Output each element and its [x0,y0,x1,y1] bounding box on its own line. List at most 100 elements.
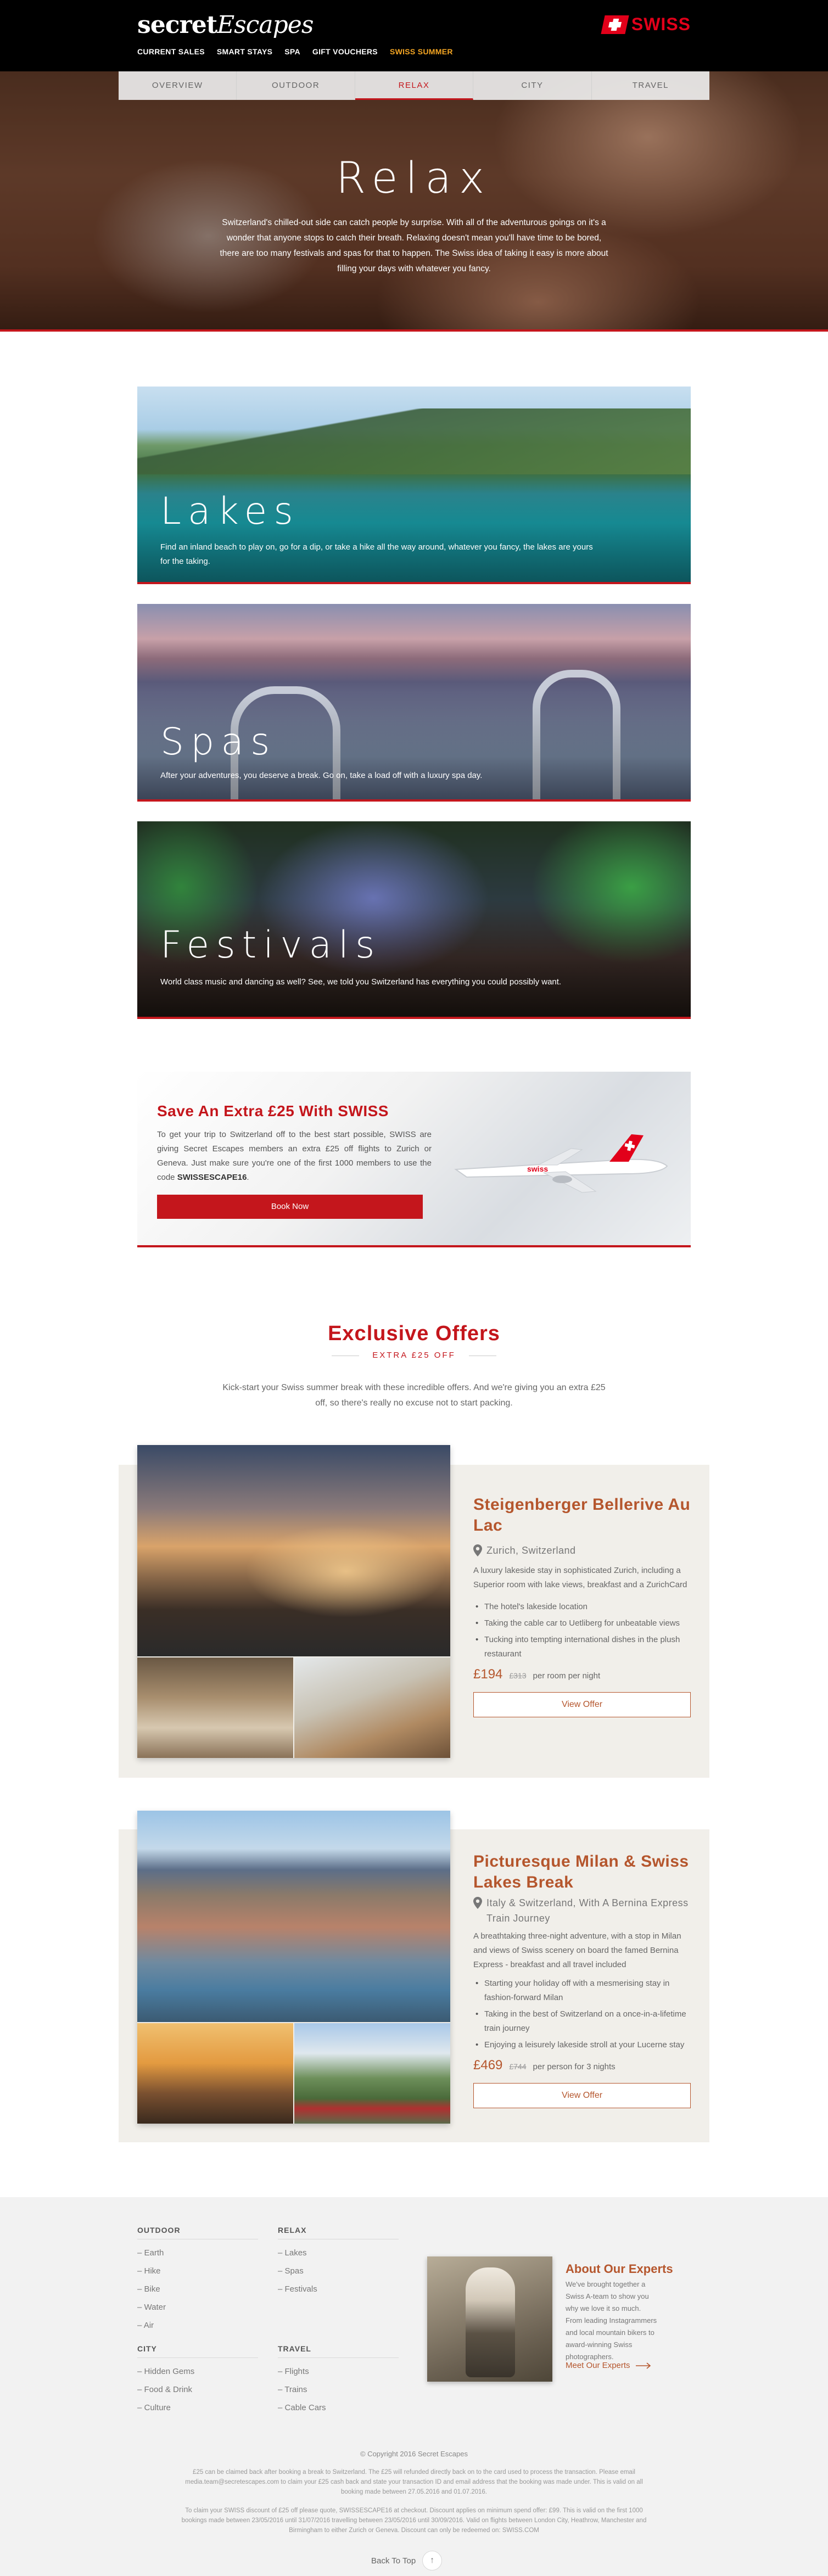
restaurant-image [137,1657,293,1758]
swiss-promo-banner: Save An Extra £25 With SWISS To get your… [137,1072,691,1247]
category-text-spas: After your adventures, you deserve a bre… [160,771,483,780]
book-now-button[interactable]: Book Now [157,1195,423,1219]
promo-text: To get your trip to Switzerland off to t… [157,1130,432,1182]
offer-title[interactable]: Picturesque Milan & Swiss Lakes Break [473,1851,691,1893]
logo-main: secret [137,11,217,39]
nav-smart-stays[interactable]: SMART STAYS [217,47,272,56]
logo-light: Escapes [217,11,314,39]
footer-link[interactable]: Trains [278,2381,399,2399]
offer-details: Picturesque Milan & Swiss Lakes Break It… [473,1851,691,2108]
arrow-right-icon [635,2362,651,2369]
list-item: Taking in the best of Switzerland on a o… [473,2007,691,2036]
footer-column-travel: TRAVEL Flights Trains Cable Cars [278,2344,399,2417]
footer-link[interactable]: Earth [137,2244,258,2262]
footer-link[interactable]: Water [137,2298,258,2316]
svg-text:swiss: swiss [527,1164,548,1173]
site-footer: OUTDOOR Earth Hike Bike Water Air RELAX … [0,2197,828,2576]
footer-link[interactable]: Food & Drink [137,2381,258,2399]
category-card-festivals[interactable]: Festivals World class music and dancing … [137,821,691,1019]
list-item: Enjoying a leisurely lakeside stroll at … [473,2038,691,2052]
footer-heading: TRAVEL [278,2344,399,2358]
category-title-lakes: Lakes [160,490,300,533]
milan-cathedral-image [137,2023,293,2124]
back-to-top-button[interactable]: Back To Top ↑ [371,2551,443,2571]
promo-content: Save An Extra £25 With SWISS To get your… [157,1102,432,1219]
footer-link[interactable]: Hidden Gems [137,2362,258,2381]
footer-column-city: CITY Hidden Gems Food & Drink Culture [137,2344,258,2417]
nav-current-sales[interactable]: CURRENT SALES [137,47,205,56]
arrow-up-icon: ↑ [422,2551,443,2571]
offer-highlights: Starting your holiday off with a mesmeri… [473,1976,691,2052]
footer-column-outdoor: OUTDOOR Earth Hike Bike Water Air [137,2226,258,2334]
tab-overview[interactable]: OVERVIEW [119,71,237,100]
copyright: © Copyright 2016 Secret Escapes [360,2450,468,2458]
main-nav: CURRENT SALES SMART STAYS SPA GIFT VOUCH… [137,47,453,56]
category-card-lakes[interactable]: Lakes Find an inland beach to play on, g… [137,387,691,584]
swiss-logo[interactable]: SWISS [601,14,691,35]
tab-relax[interactable]: RELAX [355,71,474,100]
offers-section-subtitle: EXTRA £25 OFF [332,1351,496,1360]
price-original: £744 [509,2062,527,2071]
footer-link[interactable]: Spas [278,2262,399,2280]
list-item: Taking the cable car to Uetliberg for un… [473,1616,691,1631]
footer-link[interactable]: Cable Cars [278,2399,399,2417]
offer-location: Italy & Switzerland, With A Bernina Expr… [473,1895,691,1926]
legal-text-cashback: £25 can be claimed back after booking a … [185,2469,643,2495]
hero-banner: OVERVIEW OUTDOOR RELAX CITY TRAVEL Relax… [0,71,828,332]
offer-details: Steigenberger Bellerive Au Lac Zurich, S… [473,1494,691,1717]
offer-title[interactable]: Steigenberger Bellerive Au Lac [473,1494,691,1536]
offers-section-title: Exclusive Offers [328,1322,500,1345]
price-basis: per person for 3 nights [533,2062,616,2071]
location-pin-icon [473,1544,482,1556]
footer-link[interactable]: Air [137,2316,258,2334]
promo-code: SWISSESCAPE16 [177,1173,247,1182]
legal-text-swiss: To claim your SWISS discount of £25 off … [181,2507,647,2534]
category-card-spas[interactable]: Spas After your adventures, you deserve … [137,604,691,802]
category-title-festivals: Festivals [160,923,382,967]
footer-link[interactable]: Lakes [278,2244,399,2262]
offers-intro: Kick-start your Swiss summer break with … [222,1383,606,1408]
footer-heading: OUTDOOR [137,2226,258,2239]
category-title-spas: Spas [160,720,277,764]
experts-title: About Our Experts [566,2262,673,2276]
offer-description: A breathtaking three-night adventure, wi… [473,1931,681,1969]
hero-text: Switzerland's chilled-out side can catch… [220,218,608,273]
footer-link[interactable]: Hike [137,2262,258,2280]
footer-column-relax: RELAX Lakes Spas Festivals [278,2226,399,2298]
tab-travel[interactable]: TRAVEL [592,71,709,100]
meet-experts-link[interactable]: Meet Our Experts [566,2361,651,2370]
hotel-room-image [294,1657,450,1758]
section-subnav: OVERVIEW OUTDOOR RELAX CITY TRAVEL [119,71,709,100]
location-pin-icon [473,1897,482,1909]
offer-price: £469 £744 per person for 3 nights [473,2058,691,2073]
view-offer-button[interactable]: View Offer [473,2083,691,2108]
bernina-express-image [294,2023,450,2124]
secret-escapes-logo[interactable]: secretEscapes [137,11,314,39]
expert-photo [427,2256,552,2382]
offer-image-gallery[interactable] [137,1811,450,2124]
nav-gift-vouchers[interactable]: GIFT VOUCHERS [312,47,378,56]
tab-outdoor[interactable]: OUTDOOR [237,71,355,100]
tab-city[interactable]: CITY [473,71,592,100]
experts-text: We've brought together a Swiss A-team to… [566,2280,657,2361]
footer-link[interactable]: Bike [137,2280,258,2298]
category-text-lakes: Find an inland beach to play on, go for … [160,542,593,566]
footer-link[interactable]: Festivals [278,2280,399,2298]
swiss-flag-icon [601,15,629,34]
nav-swiss-summer[interactable]: SWISS SUMMER [390,47,453,56]
offer-image-gallery[interactable] [137,1445,450,1758]
view-offer-button[interactable]: View Offer [473,1692,691,1717]
site-header: secretEscapes CURRENT SALES SMART STAYS … [0,0,828,71]
footer-link[interactable]: Flights [278,2362,399,2381]
promo-title: Save An Extra £25 With SWISS [157,1102,389,1119]
price-current: £194 [473,1667,503,1682]
list-item: Tucking into tempting international dish… [473,1633,691,1661]
nav-spa[interactable]: SPA [284,47,300,56]
swiss-plane-icon: swiss [454,1134,668,1193]
price-original: £313 [509,1671,527,1680]
footer-link[interactable]: Culture [137,2399,258,2417]
lakes-image [137,408,691,474]
lucerne-image [137,1811,450,2022]
price-current: £469 [473,2058,503,2073]
price-basis: per room per night [533,1671,601,1681]
